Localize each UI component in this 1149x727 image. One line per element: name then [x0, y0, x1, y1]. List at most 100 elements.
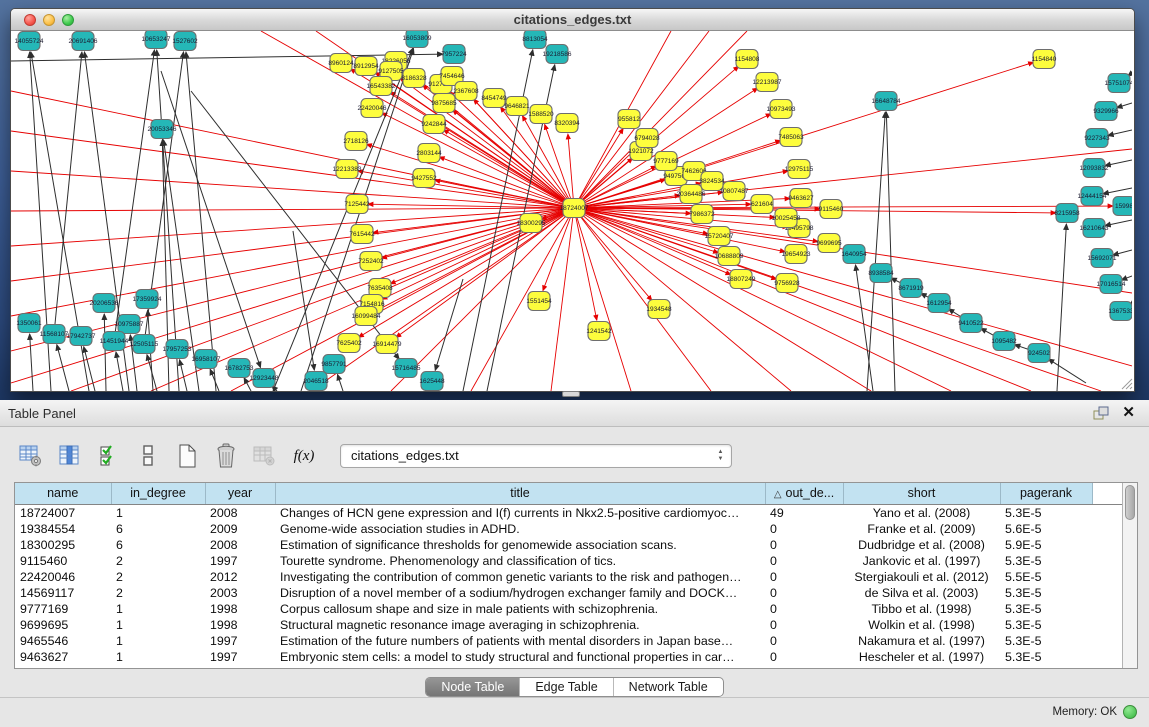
- graph-node[interactable]: 621604: [751, 195, 773, 214]
- delete-column-button[interactable]: [211, 441, 241, 471]
- table-row[interactable]: 946554611997Estimation of the future num…: [15, 633, 1122, 649]
- table-cell[interactable]: 5.3E-5: [1000, 617, 1092, 633]
- graph-node[interactable]: 14055724: [15, 32, 44, 51]
- graph-node[interactable]: 17359924: [133, 290, 162, 309]
- graph-node[interactable]: 16648784: [872, 92, 901, 111]
- table-cell[interactable]: 5.5E-5: [1000, 569, 1092, 585]
- table-cell[interactable]: 0: [765, 553, 843, 569]
- table-cell[interactable]: Jankovic et al. (1997): [843, 553, 1000, 569]
- table-cell[interactable]: 14569117: [15, 585, 111, 601]
- table-vertical-scrollbar[interactable]: [1122, 483, 1137, 668]
- graph-node[interactable]: 15998: [1113, 197, 1132, 216]
- table-cell[interactable]: 9465546: [15, 633, 111, 649]
- select-columns-button[interactable]: [55, 441, 85, 471]
- graph-node[interactable]: 7125442: [344, 195, 370, 214]
- graph-node[interactable]: 15751074: [1105, 74, 1132, 93]
- graph-node[interactable]: 1588520: [528, 105, 554, 124]
- graph-node[interactable]: 8938584: [868, 264, 894, 283]
- graph-edge[interactable]: [11, 91, 574, 208]
- new-column-button[interactable]: [172, 441, 202, 471]
- table-cell[interactable]: 0: [765, 601, 843, 617]
- table-cell[interactable]: 9463627: [15, 649, 111, 665]
- graph-node[interactable]: 2718126: [343, 132, 369, 151]
- graph-node[interactable]: 10975887: [115, 315, 144, 334]
- graph-node[interactable]: 10688809: [715, 247, 744, 266]
- table-cell[interactable]: Changes of HCN gene expression and I(f) …: [275, 504, 765, 521]
- graph-edge[interactable]: [337, 374, 343, 391]
- table-cell[interactable]: 2008: [205, 504, 275, 521]
- table-cell[interactable]: 9777169: [15, 601, 111, 617]
- table-cell[interactable]: 5.3E-5: [1000, 649, 1092, 665]
- table-cell[interactable]: Corpus callosum shape and size in male p…: [275, 601, 765, 617]
- graph-node[interactable]: 16099484: [352, 307, 381, 326]
- minimize-window-icon[interactable]: [43, 14, 55, 26]
- graph-edge[interactable]: [1105, 220, 1132, 226]
- graph-node[interactable]: 8960124: [328, 54, 354, 73]
- tab-node-table[interactable]: Node Table: [426, 678, 519, 696]
- table-cell[interactable]: 5.9E-5: [1000, 537, 1092, 553]
- graph-edge[interactable]: [161, 71, 261, 368]
- graph-edge[interactable]: [574, 208, 791, 391]
- table-cell[interactable]: 2: [111, 553, 205, 569]
- column-header-pagerank[interactable]: pagerank: [1000, 483, 1092, 504]
- graph-node[interactable]: 1640954: [841, 245, 867, 264]
- graph-node[interactable]: 19654923: [782, 245, 811, 264]
- table-cell[interactable]: 5.3E-5: [1000, 633, 1092, 649]
- window-resize-grip[interactable]: [1119, 376, 1133, 390]
- graph-edge[interactable]: [11, 171, 574, 208]
- graph-edge[interactable]: [11, 131, 574, 208]
- graph-node[interactable]: 10653247: [142, 31, 171, 49]
- graph-edge[interactable]: [1105, 160, 1132, 166]
- graph-node[interactable]: 12213987: [753, 73, 782, 92]
- panel-splitter-handle[interactable]: [562, 391, 580, 397]
- graph-node[interactable]: 7485063: [778, 128, 804, 147]
- table-cell[interactable]: 5.3E-5: [1000, 585, 1092, 601]
- graph-edge[interactable]: [367, 144, 574, 208]
- graph-node[interactable]: 924502: [1028, 344, 1050, 363]
- graph-node[interactable]: 18724007: [560, 199, 589, 218]
- graph-node[interactable]: 1241542: [586, 322, 612, 341]
- table-cell[interactable]: 18300295: [15, 537, 111, 553]
- table-cell[interactable]: 0: [765, 569, 843, 585]
- graph-edge[interactable]: [856, 265, 873, 391]
- column-header-in_degree[interactable]: in_degree: [111, 483, 205, 504]
- table-cell[interactable]: Hescheler et al. (1997): [843, 649, 1000, 665]
- graph-node[interactable]: 1350061: [16, 314, 42, 333]
- column-header-title[interactable]: title: [275, 483, 765, 504]
- table-cell[interactable]: 2008: [205, 537, 275, 553]
- table-cell[interactable]: 5.3E-5: [1000, 553, 1092, 569]
- graph-node[interactable]: 9463627: [788, 189, 814, 208]
- table-cell[interactable]: 2003: [205, 585, 275, 601]
- graph-node[interactable]: 1527602: [172, 32, 198, 51]
- table-row[interactable]: 1830029562008Estimation of significance …: [15, 537, 1122, 553]
- table-cell[interactable]: Dudbridge et al. (2008): [843, 537, 1000, 553]
- table-cell[interactable]: 0: [765, 585, 843, 601]
- graph-node[interactable]: 1154808: [735, 50, 760, 69]
- graph-node[interactable]: 16053809: [403, 31, 432, 48]
- graph-node[interactable]: 17957253: [163, 340, 192, 359]
- graph-node[interactable]: 12213383: [333, 160, 362, 179]
- table-cell[interactable]: 2: [111, 585, 205, 601]
- graph-node[interactable]: 1095482: [991, 332, 1017, 351]
- graph-node[interactable]: 12093832: [1080, 159, 1109, 178]
- scrollbar-thumb[interactable]: [1125, 485, 1135, 520]
- table-cell[interactable]: Structural magnetic resonance image aver…: [275, 617, 765, 633]
- table-row[interactable]: 1938455462009Genome-wide association stu…: [15, 521, 1122, 537]
- graph-edge[interactable]: [104, 314, 106, 391]
- graph-node[interactable]: 1367533: [1108, 302, 1132, 321]
- graph-node[interactable]: 9756928: [774, 274, 800, 293]
- table-cell[interactable]: 0: [765, 537, 843, 553]
- table-cell[interactable]: Stergiakouli et al. (2012): [843, 569, 1000, 585]
- table-cell[interactable]: 6: [111, 521, 205, 537]
- graph-node[interactable]: 16543382: [367, 77, 396, 96]
- tab-edge-table[interactable]: Edge Table: [519, 678, 612, 696]
- graph-edge[interactable]: [435, 279, 463, 370]
- graph-node[interactable]: 9410522: [958, 314, 984, 333]
- graph-node[interactable]: 10807487: [720, 182, 749, 201]
- graph-edge[interactable]: [1117, 103, 1132, 108]
- tab-network-table[interactable]: Network Table: [613, 678, 723, 696]
- table-cell[interactable]: 0: [765, 649, 843, 665]
- graph-edge[interactable]: [574, 208, 1132, 366]
- table-cell[interactable]: 9699695: [15, 617, 111, 633]
- graph-node[interactable]: 18300295: [517, 214, 546, 233]
